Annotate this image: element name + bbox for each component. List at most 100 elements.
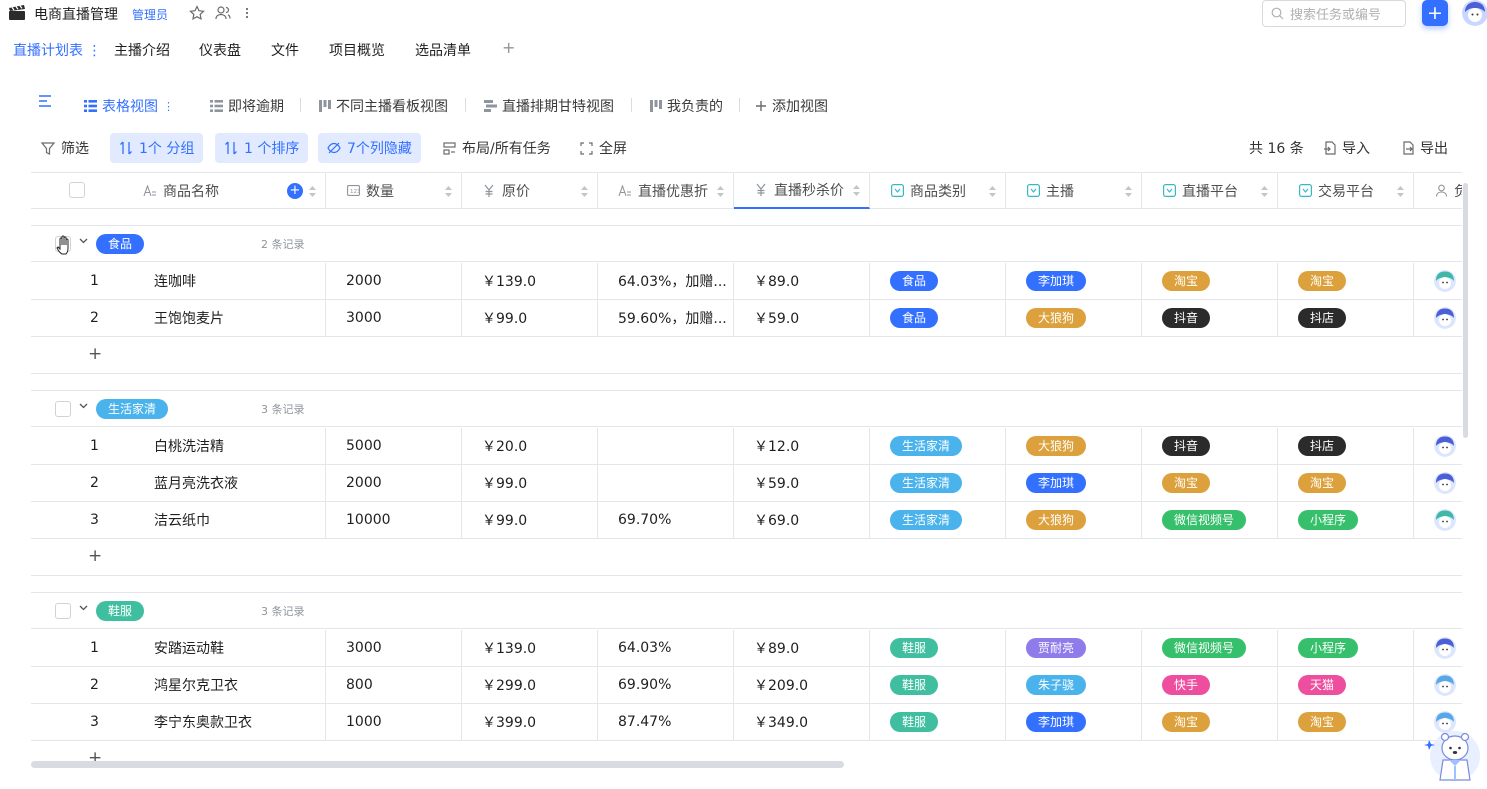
column-header[interactable]: 负: [1414, 173, 1462, 208]
cell-cat[interactable]: 生活家清: [870, 428, 1006, 464]
cell-host[interactable]: 朱子骁: [1006, 667, 1142, 703]
group-header[interactable]: 生活家清 3 条记录: [31, 391, 1462, 427]
column-header[interactable]: 交易平台: [1278, 173, 1414, 208]
view-table[interactable]: 表格视图 ⋮: [84, 96, 174, 116]
cell-flash[interactable]: ￥69.0: [734, 502, 870, 538]
cell-discount[interactable]: 59.60%，加赠...: [598, 300, 734, 336]
cell-idx[interactable]: 1: [31, 630, 131, 666]
cell-price[interactable]: ￥99.0: [462, 502, 598, 538]
column-header[interactable]: 主播: [1006, 173, 1142, 208]
sort-caret-icon[interactable]: [989, 185, 996, 197]
cell-live[interactable]: 淘宝: [1142, 704, 1278, 740]
cell-name[interactable]: 安踏运动鞋: [131, 630, 326, 666]
cell-host[interactable]: 大狼狗: [1006, 300, 1142, 336]
add-field-icon[interactable]: +: [287, 183, 303, 199]
tab-selection[interactable]: 选品清单: [415, 40, 471, 60]
cell-qty[interactable]: 2000: [326, 465, 462, 501]
group-checkbox[interactable]: [55, 401, 71, 417]
add-record-row[interactable]: +: [31, 337, 1462, 374]
user-avatar[interactable]: [1462, 0, 1487, 26]
chevron-down-icon[interactable]: [79, 401, 89, 415]
vertical-scrollbar[interactable]: [1463, 183, 1468, 438]
cell-idx[interactable]: 1: [31, 428, 131, 464]
column-header[interactable]: 商品类别: [870, 173, 1006, 208]
cell-name[interactable]: 王饱饱麦片: [131, 300, 326, 336]
cell-live[interactable]: 微信视频号: [1142, 502, 1278, 538]
sort-caret-icon[interactable]: [309, 185, 316, 197]
cell-flash[interactable]: ￥209.0: [734, 667, 870, 703]
table-row[interactable]: 1 安踏运动鞋 3000 ￥139.0 64.03% ￥89.0 鞋服 贾耐亮 微信视频号 小程序: [31, 630, 1462, 667]
add-tab-button[interactable]: +: [502, 38, 515, 57]
cell-qty[interactable]: 3000: [326, 630, 462, 666]
cell-trade[interactable]: 抖店: [1278, 428, 1414, 464]
cell-trade[interactable]: 淘宝: [1278, 704, 1414, 740]
select-all-checkbox[interactable]: [69, 182, 85, 198]
view-overdue[interactable]: 即将逾期: [210, 96, 284, 116]
sidebar-toggle-icon[interactable]: [38, 94, 52, 108]
cell-host[interactable]: 李加琪: [1006, 704, 1142, 740]
cell-discount[interactable]: 87.47%: [598, 704, 734, 740]
view-mine[interactable]: 我负责的: [650, 96, 723, 116]
fullscreen-button[interactable]: 全屏: [571, 133, 636, 163]
cell-trade[interactable]: 小程序: [1278, 502, 1414, 538]
column-header[interactable]: 原价: [462, 173, 598, 208]
cell-owner[interactable]: [1414, 630, 1462, 666]
export-button[interactable]: 导出: [1392, 133, 1457, 163]
group-button[interactable]: 1个 分组: [110, 133, 204, 163]
cell-discount[interactable]: 64.03%，加赠...: [598, 263, 734, 299]
view-kanban[interactable]: 不同主播看板视图: [319, 96, 448, 116]
cell-qty[interactable]: 3000: [326, 300, 462, 336]
cell-host[interactable]: 李加琪: [1006, 465, 1142, 501]
group-header[interactable]: 食品 2 条记录: [31, 226, 1462, 262]
cell-cat[interactable]: 食品: [870, 263, 1006, 299]
cell-trade[interactable]: 淘宝: [1278, 263, 1414, 299]
cell-idx[interactable]: 3: [31, 704, 131, 740]
add-view-button[interactable]: 添加视图: [755, 96, 828, 116]
cell-discount[interactable]: [598, 428, 734, 464]
cell-live[interactable]: 快手: [1142, 667, 1278, 703]
cell-price[interactable]: ￥139.0: [462, 630, 598, 666]
horizontal-scrollbar[interactable]: [31, 761, 844, 768]
cell-discount[interactable]: 69.90%: [598, 667, 734, 703]
cell-flash[interactable]: ￥59.0: [734, 465, 870, 501]
cell-name[interactable]: 连咖啡: [131, 263, 326, 299]
create-button[interactable]: +: [1422, 0, 1448, 26]
group-header[interactable]: 鞋服 3 条记录: [31, 593, 1462, 629]
cell-live[interactable]: 抖音: [1142, 428, 1278, 464]
chevron-down-icon[interactable]: [79, 603, 89, 617]
cell-price[interactable]: ￥99.0: [462, 300, 598, 336]
cell-live[interactable]: 淘宝: [1142, 263, 1278, 299]
cell-live[interactable]: 淘宝: [1142, 465, 1278, 501]
sort-caret-icon[interactable]: [445, 185, 452, 197]
cell-discount[interactable]: [598, 465, 734, 501]
cell-idx[interactable]: 2: [31, 465, 131, 501]
table-row[interactable]: 2 鸿星尔克卫衣 800 ￥299.0 69.90% ￥209.0 鞋服 朱子骁 快手 天猫: [31, 667, 1462, 704]
members-icon[interactable]: [214, 4, 232, 22]
cell-name[interactable]: 白桃洗洁精: [131, 428, 326, 464]
cell-qty[interactable]: 2000: [326, 263, 462, 299]
cell-owner[interactable]: [1414, 300, 1462, 336]
cell-price[interactable]: ￥299.0: [462, 667, 598, 703]
cell-trade[interactable]: 抖店: [1278, 300, 1414, 336]
add-record-row[interactable]: +: [31, 539, 1462, 576]
cell-owner[interactable]: [1414, 428, 1462, 464]
cell-qty[interactable]: 1000: [326, 704, 462, 740]
cell-discount[interactable]: 69.70%: [598, 502, 734, 538]
star-icon[interactable]: [188, 4, 206, 22]
cell-name[interactable]: 洁云纸巾: [131, 502, 326, 538]
cell-host[interactable]: 大狼狗: [1006, 428, 1142, 464]
table-row[interactable]: 1 白桃洗洁精 5000 ￥20.0 ￥12.0 生活家清 大狼狗 抖音 抖店: [31, 428, 1462, 465]
cell-trade[interactable]: 淘宝: [1278, 465, 1414, 501]
search-input[interactable]: 搜索任务或编号: [1262, 0, 1406, 27]
group-checkbox[interactable]: [55, 603, 71, 619]
cell-flash[interactable]: ￥89.0: [734, 630, 870, 666]
assistant-mascot-icon[interactable]: [1423, 726, 1483, 782]
view-gantt[interactable]: 直播排期甘特视图: [484, 96, 614, 116]
chevron-down-icon[interactable]: [79, 236, 89, 250]
cell-flash[interactable]: ￥59.0: [734, 300, 870, 336]
cell-flash[interactable]: ￥89.0: [734, 263, 870, 299]
cell-name[interactable]: 鸿星尔克卫衣: [131, 667, 326, 703]
filter-button[interactable]: 筛选: [32, 133, 98, 163]
cell-live[interactable]: 抖音: [1142, 300, 1278, 336]
cell-qty[interactable]: 800: [326, 667, 462, 703]
